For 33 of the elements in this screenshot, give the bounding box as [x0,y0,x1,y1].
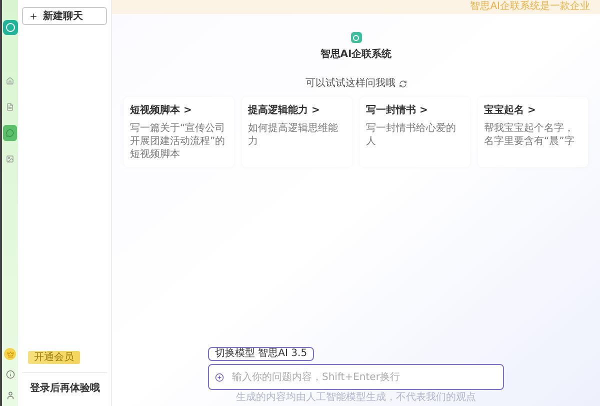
suggestion-card[interactable]: 宝宝起名 > 帮我宝宝起个名字，名字里要含有“晨”字 [478,97,588,167]
card-text: 写一封情书给心爱的人 [366,122,457,148]
card-text: 写一篇关于“宣传公司开展团建活动流程”的短视频脚本 [130,122,226,161]
user-icon[interactable] [6,391,14,400]
disclaimer-text: 生成的内容均由人工智能模型生成，不代表我们的观点 [236,393,476,403]
new-chat-button[interactable]: 新建聊天 [22,7,107,25]
suggestion-card[interactable]: 写一封情书 > 写一封情书给心爱的人 [360,97,470,167]
suggest-label: 可以试试这样问我哦 [306,76,396,91]
model-switch-button[interactable]: 切换模型 智思AI 3.5 [208,347,314,361]
attach-icon[interactable] [215,372,224,382]
card-title: 宝宝起名 > [484,103,537,118]
card-title: 提高逻辑能力 > [248,103,321,118]
suggestion-card[interactable]: 提高逻辑能力 > 如何提高逻辑思维能力 [242,97,352,167]
login-hint: 登录后再体验哦 [30,382,101,396]
message-input[interactable]: 输入你的问题内容，Shift+Enter换行 [232,370,497,384]
notice-text: 智思AI企联系统是一款企业 [470,1,590,13]
refresh-icon[interactable] [398,80,406,88]
rail-nav-button[interactable] [3,125,17,141]
app-title: 智思AI企联系统 [320,48,392,62]
card-text: 如何提高逻辑思维能力 [248,122,339,148]
crown-icon[interactable] [4,348,16,360]
card-title: 短视频脚本 > [130,104,193,118]
card-title: 写一封情书 > [366,104,429,118]
home-icon [6,77,14,85]
chat-input-field[interactable]: 输入你的问题内容，Shift+Enter换行 [208,364,504,390]
plus-icon [29,12,38,20]
chat-icon [6,129,14,137]
card-text: 帮我宝宝起个名字，名字里要含有“晨”字 [484,122,576,148]
info-icon[interactable] [6,370,14,379]
doc-icon [6,103,14,111]
suggestion-card[interactable]: 短视频脚本 > 写一篇关于“宣传公司开展团建活动流程”的短视频脚本 [124,97,234,167]
image-icon [6,155,14,163]
app-logo-icon [350,32,362,43]
